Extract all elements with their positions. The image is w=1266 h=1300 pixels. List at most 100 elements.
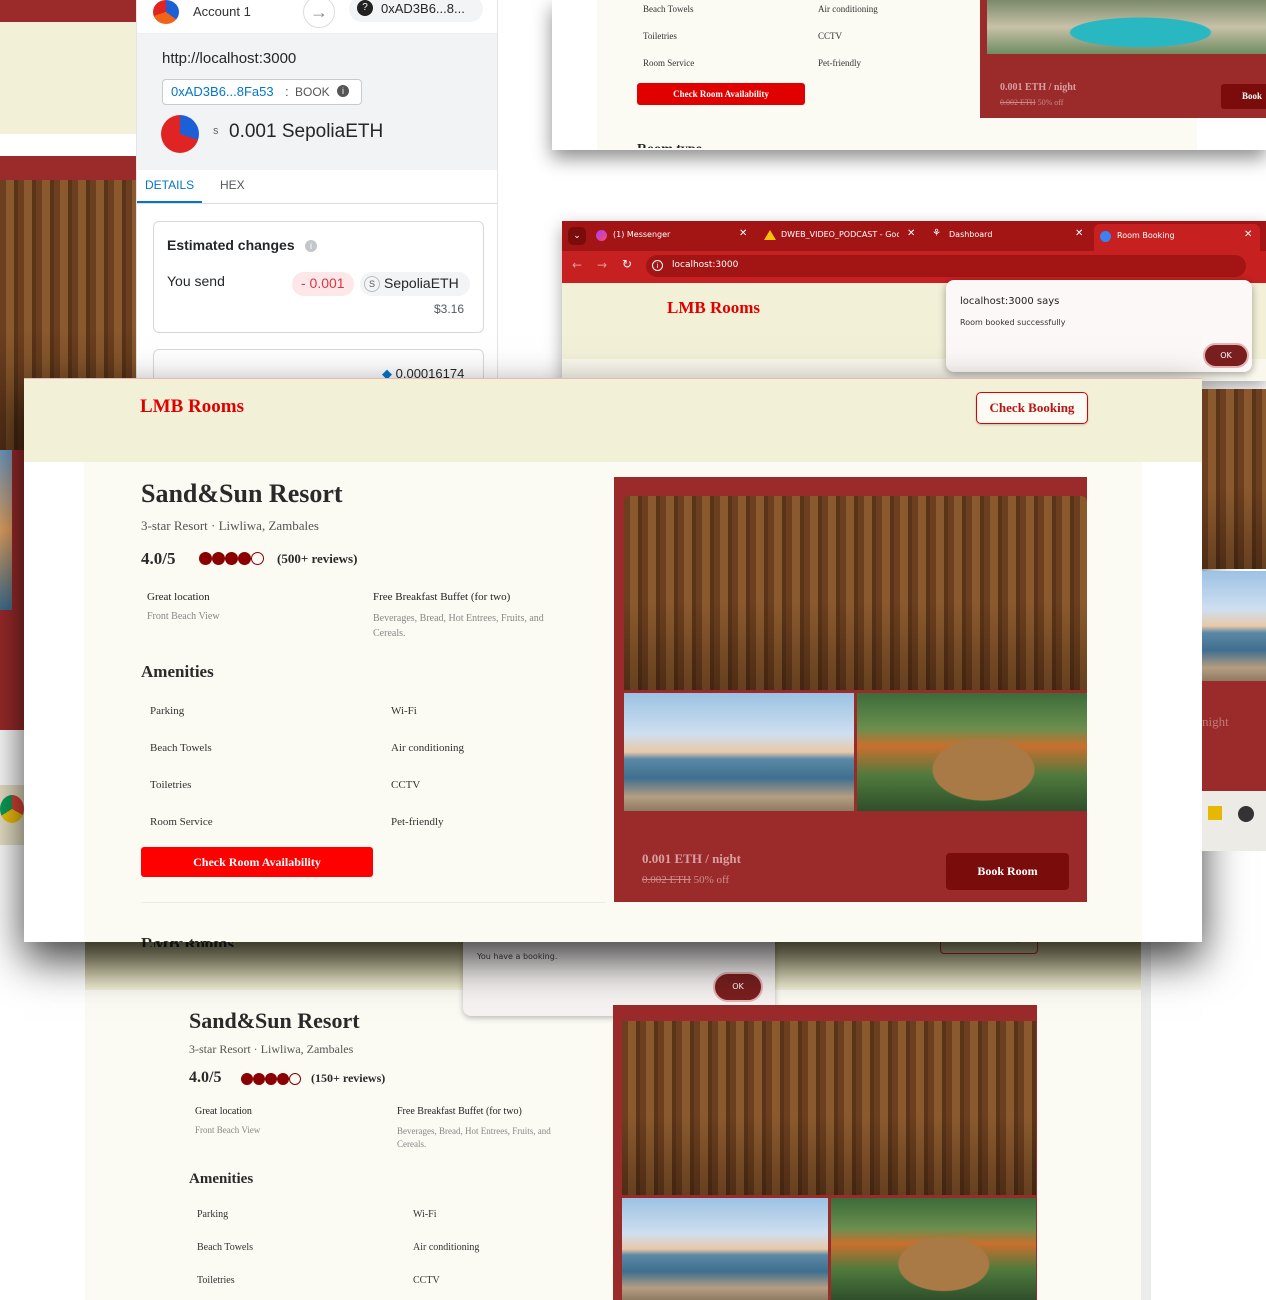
right-resort-photo <box>1202 389 1266 569</box>
rating-dot-filled <box>277 1073 289 1085</box>
amenity: Toiletries <box>643 31 677 41</box>
discount: 50% off <box>1037 98 1064 107</box>
right-edge-strip: night <box>1202 381 1266 851</box>
tab-messenger[interactable]: (1) Messenger ✕ <box>594 226 754 248</box>
arrow-right-icon: → <box>303 0 335 28</box>
close-icon[interactable]: ✕ <box>1075 228 1083 239</box>
hut-photo <box>831 1198 1036 1300</box>
check-booking-button[interactable]: Check Booking <box>976 392 1088 424</box>
book-room-button[interactable]: Book Room <box>946 853 1069 890</box>
amenity: CCTV <box>818 31 843 41</box>
hotel-name: Sand&Sun Resort <box>189 1008 360 1033</box>
amenity-pet-friendly: Pet-friendly <box>391 816 444 828</box>
bottom-page: LMB Rooms Check Booking You have a booki… <box>85 930 1151 1300</box>
hotel-subtitle: 3-star Resort · Liwliwa, Zambales <box>189 1042 354 1056</box>
scrollbar[interactable] <box>1141 930 1151 1300</box>
book-button-partial[interactable]: Book <box>1221 84 1266 109</box>
hotel-subtitle: 3-star Resort · Liwliwa, Zambales <box>141 518 319 533</box>
section-divider <box>141 902 606 903</box>
rating-dot-filled <box>212 552 225 565</box>
amenity-toiletries: Toiletries <box>150 779 192 791</box>
wallet-summary: http://localhost:3000 0xAD3B6...8Fa53 : … <box>137 34 497 170</box>
estimated-changes-card: Estimated changes i You send - 0.001 S S… <box>153 221 484 333</box>
back-icon[interactable]: ← <box>572 258 582 272</box>
alert-ok-button[interactable]: OK <box>1203 343 1249 368</box>
gas-card: ◆ 0.00016174 <box>153 349 484 380</box>
taskbar-icon[interactable] <box>1238 806 1254 822</box>
url-field[interactable]: i localhost:3000 <box>646 255 1246 277</box>
discount: 50% off <box>693 874 730 886</box>
dashboard-icon: ⚘ <box>932 228 941 239</box>
info-icon[interactable]: i <box>337 85 349 97</box>
recipient-chip[interactable]: ? 0xAD3B6...8... <box>349 0 483 22</box>
resort-photo <box>622 1021 1036 1195</box>
top-right-page: Beach Towels Air conditioning Toiletries… <box>552 0 1266 150</box>
amenity: Parking <box>197 1209 229 1220</box>
alert-dialog: localhost:3000 says Room booked successf… <box>946 280 1252 372</box>
close-icon[interactable]: ✕ <box>907 228 915 239</box>
tab-title: (1) Messenger <box>613 230 671 239</box>
chrome-taskbar-icon[interactable] <box>0 795 24 823</box>
tab-drive[interactable]: DWEB_VIDEO_PODCAST - Goo ✕ <box>762 226 922 248</box>
amenity-room-service: Room Service <box>150 816 213 828</box>
beach-photo[interactable] <box>624 693 854 811</box>
check-availability-button[interactable]: Check Room Availability <box>141 847 373 877</box>
close-icon[interactable]: ✕ <box>1244 229 1252 240</box>
tab-search-button[interactable]: ⌄ <box>568 227 586 245</box>
send-value: - 0.001 <box>292 272 354 296</box>
rating-dot-empty <box>251 552 264 565</box>
price-per-night: 0.001 ETH / night <box>1000 82 1077 93</box>
alert-ok-button[interactable]: OK <box>713 972 763 1002</box>
amenities-title: Amenities <box>141 662 214 681</box>
highlight-title: Great location <box>195 1106 252 1117</box>
amenity-beach-towels: Beach Towels <box>150 742 212 754</box>
wallet-header: Account 1 → ? 0xAD3B6...8... <box>137 0 497 34</box>
brand-logo[interactable]: LMB Rooms <box>140 396 244 418</box>
contract-chip[interactable]: 0xAD3B6...8Fa53 : BOOK i <box>162 79 362 105</box>
info-icon[interactable]: i <box>305 240 317 252</box>
right-price-partial: night <box>1202 714 1229 729</box>
rating-dot-empty <box>289 1073 301 1085</box>
rating-dots <box>199 552 264 570</box>
amenity-cctv: CCTV <box>391 779 421 791</box>
tab-strip: ⌄ (1) Messenger ✕ DWEB_VIDEO_PODCAST - G… <box>562 221 1266 251</box>
url-text: localhost:3000 <box>672 260 739 270</box>
rating-score: 4.0/5 <box>141 549 176 568</box>
pool-photo <box>987 0 1266 54</box>
address-bar-row: ← → ↻ i localhost:3000 <box>562 251 1266 283</box>
rating-row: 4.0/5 (500+ reviews) <box>141 549 441 571</box>
highlight-title: Great location <box>147 591 210 603</box>
hut-photo[interactable] <box>857 693 1087 811</box>
reload-icon[interactable]: ↻ <box>622 257 632 271</box>
amenity: Air conditioning <box>818 4 878 14</box>
rating-dot-filled <box>238 552 251 565</box>
tab-hex[interactable]: HEX <box>220 178 245 192</box>
amount: 0.001 SepoliaETH <box>229 121 384 142</box>
highlight-desc: Beverages, Bread, Hot Entrees, Fruits, a… <box>373 613 544 639</box>
amenity-parking: Parking <box>150 705 185 717</box>
main-page: LMB Rooms Check Booking Sand&Sun Resort … <box>24 378 1202 942</box>
question-icon: ? <box>357 0 373 16</box>
tab-dashboard[interactable]: ⚘ Dashboard ✕ <box>930 226 1090 248</box>
check-availability-button[interactable]: Check Room Availability <box>637 83 805 105</box>
tab-details[interactable]: DETAILS <box>145 178 194 192</box>
rating-score: 4.0/5 <box>189 1069 222 1086</box>
contract-address: 0xAD3B6...8Fa53 <box>171 84 274 99</box>
taskbar-icon[interactable] <box>1208 806 1222 820</box>
you-send-label: You send <box>167 273 225 289</box>
highlight-title: Free Breakfast Buffet (for two) <box>397 1106 522 1117</box>
brand-logo[interactable]: LMB Rooms <box>667 298 760 318</box>
rating-dot-filled <box>199 552 212 565</box>
site-info-icon[interactable]: i <box>652 260 663 271</box>
resort-main-photo[interactable] <box>624 496 1087 690</box>
rating-dot-filled <box>241 1073 253 1085</box>
account-name[interactable]: Account 1 <box>193 4 251 19</box>
forward-icon[interactable]: → <box>597 258 607 272</box>
close-icon[interactable]: ✕ <box>739 228 747 239</box>
highlight-desc: Front Beach View <box>147 611 220 622</box>
send-usd: $3.16 <box>434 302 465 316</box>
alert-message: Room booked successfully <box>960 318 1066 327</box>
amenity: Beach Towels <box>643 4 694 14</box>
tab-room-booking[interactable]: Room Booking ✕ <box>1094 224 1260 251</box>
review-count: (500+ reviews) <box>277 551 358 566</box>
